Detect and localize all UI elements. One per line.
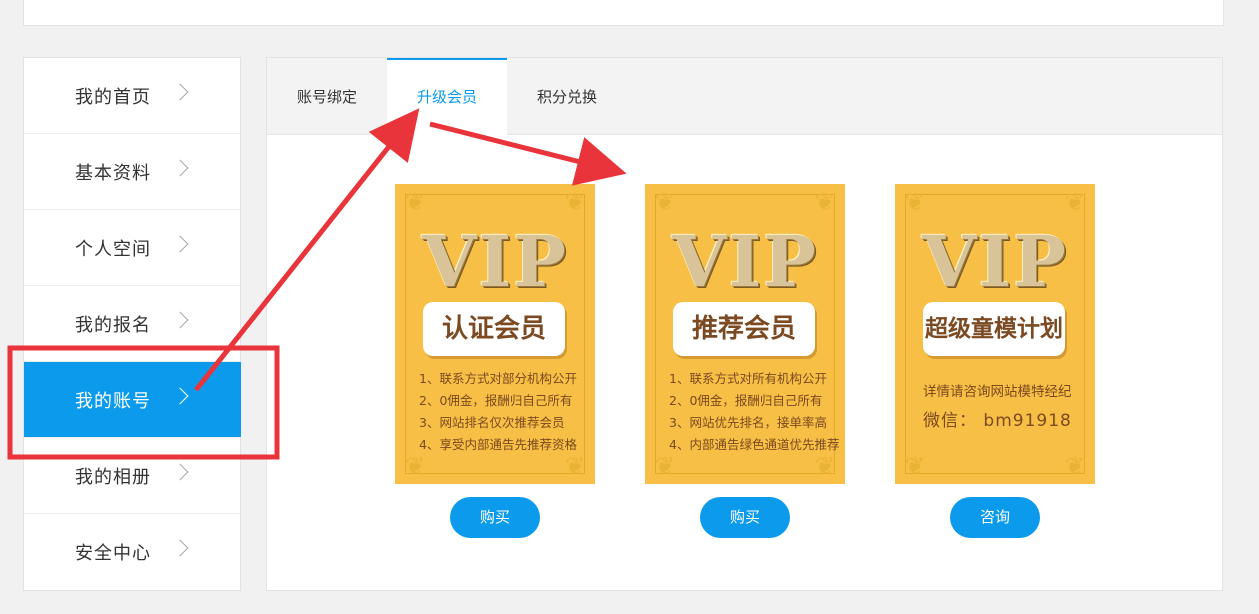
card-title: 超级童模计划 xyxy=(923,302,1065,356)
consult-button[interactable]: 咨询 xyxy=(950,497,1040,538)
vip-card-recommended: ❦ ❦ ❦ ❦ VIP 推荐会员 1、联系方式对所有机构公开 2、0佣金，报酬归… xyxy=(645,184,845,484)
card-benefits: 1、联系方式对部分机构公开 2、0佣金，报酬归自己所有 3、网站排名仅次推荐会员… xyxy=(419,368,577,456)
corner-ornament-icon: ❦ xyxy=(814,188,836,216)
chevron-right-icon xyxy=(171,463,189,481)
card-title: 认证会员 xyxy=(423,302,565,356)
chevron-right-icon xyxy=(171,235,189,253)
tab-points-exchange[interactable]: 积分兑换 xyxy=(507,58,627,134)
sidebar-item-signups[interactable]: 我的报名 xyxy=(24,286,240,362)
benefit-line: 4、内部通告绿色通道优先推荐 xyxy=(669,437,840,452)
chevron-right-icon xyxy=(171,539,189,557)
contact-line: 详情请咨询网站模特经纪 xyxy=(923,384,1072,400)
vip-logo: VIP xyxy=(422,220,568,303)
benefit-line: 2、0佣金，报酬归自己所有 xyxy=(419,393,573,408)
sidebar-nav: 我的首页 基本资料 个人空间 我的报名 我的账号 我的相册 安全中心 xyxy=(23,57,241,591)
benefit-line: 1、联系方式对所有机构公开 xyxy=(669,371,827,386)
chevron-right-icon xyxy=(171,83,189,101)
chevron-right-icon xyxy=(171,159,189,177)
sidebar-item-security[interactable]: 安全中心 xyxy=(24,514,240,589)
chevron-right-icon xyxy=(171,311,189,329)
corner-ornament-icon: ❦ xyxy=(564,452,586,480)
corner-ornament-icon: ❦ xyxy=(654,452,676,480)
card-contact: 详情请咨询网站模特经纪 微信： bm91918 xyxy=(923,380,1072,431)
benefit-line: 3、网站优先排名，接单率高 xyxy=(669,415,827,430)
chevron-right-icon xyxy=(171,387,189,405)
benefit-line: 2、0佣金，报酬归自己所有 xyxy=(669,393,823,408)
corner-ornament-icon: ❦ xyxy=(814,452,836,480)
corner-ornament-icon: ❦ xyxy=(564,188,586,216)
card-title: 推荐会员 xyxy=(673,302,815,356)
vip-logo: VIP xyxy=(922,220,1068,303)
sidebar-item-label: 我的首页 xyxy=(75,86,151,108)
card-benefits: 1、联系方式对所有机构公开 2、0佣金，报酬归自己所有 3、网站优先排名，接单率… xyxy=(669,368,839,456)
vip-card-super-model: ❦ ❦ ❦ ❦ VIP 超级童模计划 详情请咨询网站模特经纪 微信： bm919… xyxy=(895,184,1095,484)
buy-button-recommended[interactable]: 购买 xyxy=(700,497,790,538)
vip-card-certified: ❦ ❦ ❦ ❦ VIP 认证会员 1、联系方式对部分机构公开 2、0佣金，报酬归… xyxy=(395,184,595,484)
corner-ornament-icon: ❦ xyxy=(904,188,926,216)
top-panel xyxy=(23,0,1224,26)
corner-ornament-icon: ❦ xyxy=(1064,188,1086,216)
wechat-id: 微信： bm91918 xyxy=(923,411,1072,431)
sidebar-item-label: 基本资料 xyxy=(75,162,151,184)
corner-ornament-icon: ❦ xyxy=(904,452,926,480)
benefit-line: 1、联系方式对部分机构公开 xyxy=(419,371,577,386)
benefit-line: 4、享受内部通告先推荐资格 xyxy=(419,437,577,452)
corner-ornament-icon: ❦ xyxy=(404,452,426,480)
vip-logo: VIP xyxy=(672,220,818,303)
sidebar-item-profile[interactable]: 基本资料 xyxy=(24,134,240,210)
main-panel: 账号绑定 升级会员 积分兑换 ❦ ❦ ❦ ❦ VIP 认证会员 1、联系方式对部… xyxy=(266,57,1223,591)
tab-bar: 账号绑定 升级会员 积分兑换 xyxy=(267,58,1222,136)
sidebar-item-account[interactable]: 我的账号 xyxy=(24,362,241,438)
tab-account-binding[interactable]: 账号绑定 xyxy=(267,58,387,134)
corner-ornament-icon: ❦ xyxy=(404,188,426,216)
corner-ornament-icon: ❦ xyxy=(1064,452,1086,480)
corner-ornament-icon: ❦ xyxy=(654,188,676,216)
sidebar-item-home[interactable]: 我的首页 xyxy=(24,58,240,134)
tab-upgrade-membership[interactable]: 升级会员 xyxy=(387,58,507,136)
sidebar-item-label: 我的相册 xyxy=(75,466,151,488)
sidebar-item-album[interactable]: 我的相册 xyxy=(24,438,240,514)
benefit-line: 3、网站排名仅次推荐会员 xyxy=(419,415,565,430)
sidebar-item-label: 我的账号 xyxy=(75,390,151,412)
buy-button-certified[interactable]: 购买 xyxy=(450,497,540,538)
sidebar-item-space[interactable]: 个人空间 xyxy=(24,210,240,286)
sidebar-item-label: 我的报名 xyxy=(75,314,151,336)
sidebar-item-label: 安全中心 xyxy=(75,542,151,564)
sidebar-item-label: 个人空间 xyxy=(75,238,151,260)
